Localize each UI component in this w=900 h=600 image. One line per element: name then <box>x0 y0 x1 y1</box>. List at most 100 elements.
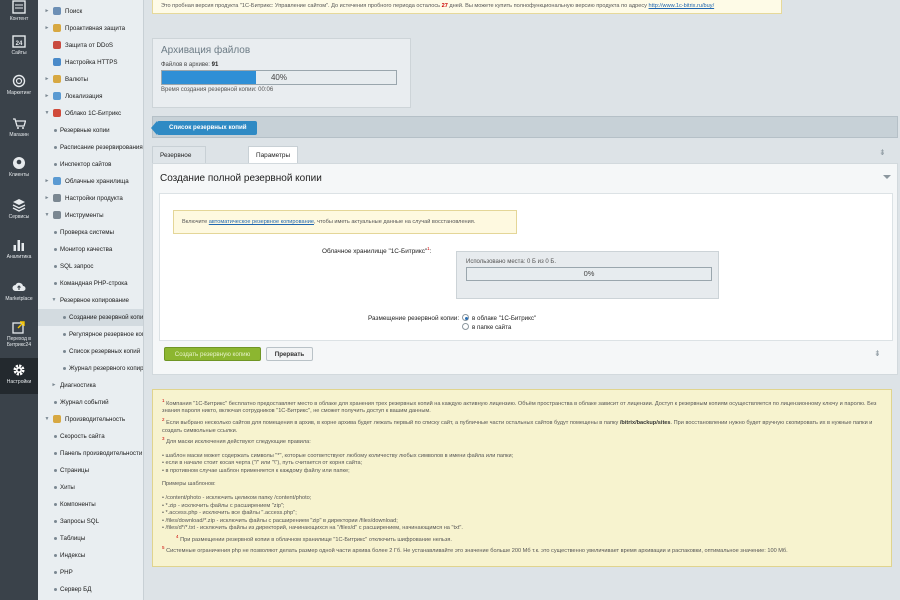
menu-item[interactable]: ► Настройки продукта <box>38 190 143 207</box>
nav-clients[interactable]: Клиенты <box>0 156 38 178</box>
mask-rule: шаблон маски может содержать символы "*"… <box>162 453 882 461</box>
collapse-chevron-icon[interactable] <box>883 175 891 179</box>
menu-item[interactable]: Журнал событий <box>38 394 143 411</box>
mask-example: *.access.php - исключить все файлы ".acc… <box>162 510 882 518</box>
menu-item[interactable]: ► Облачные хранилища <box>38 173 143 190</box>
menu-item[interactable]: Компоненты <box>38 496 143 513</box>
menu-item[interactable]: Монитор качества <box>38 241 143 258</box>
menu-item-label: Валюты <box>65 76 88 83</box>
radio-button-unchecked[interactable] <box>462 323 469 330</box>
menu-item[interactable]: Таблицы <box>38 530 143 547</box>
collapsed-arrow-icon[interactable]: ► <box>44 173 50 190</box>
menu-item-label: Производительность <box>65 416 126 423</box>
collapsed-arrow-icon[interactable]: ► <box>44 3 50 20</box>
tab-parameters[interactable]: Параметры <box>248 146 299 164</box>
menu-item[interactable]: Инспектор сайтов <box>38 156 143 173</box>
footnote-2: 2 Если выбрано несколько сайтов для поме… <box>162 417 873 434</box>
menu-item[interactable]: Список резервных копий <box>38 343 143 360</box>
collapsed-arrow-icon[interactable]: ► <box>44 88 50 105</box>
backup-list-button[interactable]: Список резервных копий <box>151 121 257 135</box>
collapsed-arrow-icon[interactable]: ► <box>51 377 57 394</box>
nav-settings[interactable]: Настройки <box>0 358 38 394</box>
menu-item[interactable]: Настройка HTTPS <box>38 54 143 71</box>
menu-item[interactable]: ▼ Облако 1С-Битрикс <box>38 105 143 122</box>
menu-item[interactable]: Индексы <box>38 547 143 564</box>
menu-item-icon <box>53 58 61 66</box>
expanded-arrow-icon[interactable]: ▼ <box>44 411 50 428</box>
nav-shop[interactable]: Магазин <box>0 116 38 138</box>
menu-item[interactable]: ► Диагностика <box>38 377 143 394</box>
menu-item[interactable]: Проверка системы <box>38 224 143 241</box>
radio-button-checked[interactable] <box>462 314 469 321</box>
admin-menu-tree: ► Поиск ► Проактивная защита Защита от DDoS Н… <box>38 0 144 600</box>
menu-item-icon <box>53 75 61 83</box>
admin-icon-bar: Контент 24 Сайты Маркетинг Магазин Клиен… <box>0 0 38 600</box>
bullet-icon <box>54 146 57 149</box>
nav-services[interactable]: Сервисы <box>0 198 38 220</box>
svg-text:24: 24 <box>16 41 23 47</box>
menu-item-icon <box>53 415 61 423</box>
menu-item-label: Журнал событий <box>60 399 109 406</box>
pin-icon[interactable]: ⇟ <box>879 148 886 157</box>
menu-item[interactable]: PHP <box>38 564 143 581</box>
cart-icon <box>13 118 26 129</box>
menu-item[interactable]: Хиты <box>38 479 143 496</box>
footnote-1: 1 Компания "1С-Битрикс" бесплатно предос… <box>162 398 877 415</box>
bullet-icon <box>54 486 57 489</box>
auto-backup-link[interactable]: автоматическое резервное копирование <box>209 219 314 225</box>
menu-item[interactable]: ▼ Резервное копирование <box>38 292 143 309</box>
menu-item-label: Командная PHP-строка <box>60 280 128 287</box>
menu-item[interactable]: Командная PHP-строка <box>38 275 143 292</box>
menu-item[interactable]: ▼ Производительность <box>38 411 143 428</box>
expanded-arrow-icon[interactable]: ▼ <box>51 292 57 309</box>
menu-item[interactable]: Скорость сайта <box>38 428 143 445</box>
menu-item[interactable]: Сервер БД <box>38 581 143 598</box>
menu-item-label: Список резервных копий <box>69 348 141 355</box>
nav-analytics[interactable]: Аналитика <box>0 238 38 260</box>
menu-item-label: PHP <box>60 569 73 576</box>
expanded-arrow-icon[interactable]: ▼ <box>44 105 50 122</box>
footnote-3: 3 Для маски исключения действуют следующ… <box>162 436 311 445</box>
nav-sites[interactable]: 24 Сайты <box>0 34 38 56</box>
menu-item[interactable]: Регулярное резервное копирование <box>38 326 143 343</box>
create-backup-button[interactable]: Создать резервную копию <box>164 347 261 361</box>
menu-item[interactable]: Защита от DDoS <box>38 37 143 54</box>
menu-item-label: Панель производительности <box>60 450 143 457</box>
menu-item[interactable]: ► Валюты <box>38 71 143 88</box>
menu-item[interactable]: ► Проактивная защита <box>38 20 143 37</box>
collapsed-arrow-icon[interactable]: ► <box>44 20 50 37</box>
menu-item[interactable]: ► Локализация <box>38 88 143 105</box>
menu-item-label: Резервные копии <box>60 127 110 134</box>
menu-item[interactable]: Журнал резервного копирования <box>38 360 143 377</box>
menu-item[interactable]: Резервные копии <box>38 122 143 139</box>
buy-link[interactable]: http://www.1c-bitrix.ru/buy/ <box>649 3 715 9</box>
bullet-icon <box>54 554 57 557</box>
tab-backup[interactable]: Резервное копирование <box>152 146 207 177</box>
menu-item-icon <box>53 109 61 117</box>
menu-item[interactable]: Страницы <box>38 462 143 479</box>
expanded-arrow-icon[interactable]: ▼ <box>44 207 50 224</box>
menu-item[interactable]: ► Поиск <box>38 3 143 20</box>
pin-bottom-icon[interactable]: ⇟ <box>874 349 881 358</box>
nav-marketing[interactable]: Маркетинг <box>0 74 38 96</box>
abort-button[interactable]: Прервать <box>266 347 313 361</box>
menu-item-icon <box>53 92 61 100</box>
nav-content[interactable]: Контент <box>0 0 38 22</box>
bullet-icon <box>54 282 57 285</box>
backup-form: Включите автоматическое резервное копиро… <box>159 193 893 341</box>
footnotes: 1 Компания "1С-Битрикс" бесплатно предос… <box>152 389 892 567</box>
cloud-usage-text: Использовано места: 0 Б из 0 Б. <box>466 259 556 265</box>
collapsed-arrow-icon[interactable]: ► <box>44 190 50 207</box>
radio-site-folder[interactable]: в папке сайта <box>462 323 511 331</box>
nav-bitrix24[interactable]: Переход в Битрикс24 <box>0 320 38 348</box>
nav-marketplace[interactable]: Marketplace <box>0 280 38 302</box>
menu-item[interactable]: SQL запрос <box>38 258 143 275</box>
menu-item[interactable]: Запросы SQL <box>38 513 143 530</box>
menu-item[interactable]: Расписание резервирования <box>38 139 143 156</box>
menu-item[interactable]: Создание резервной копии <box>38 309 143 326</box>
menu-item[interactable]: Панель производительности <box>38 445 143 462</box>
bullet-icon <box>54 520 57 523</box>
collapsed-arrow-icon[interactable]: ► <box>44 71 50 88</box>
radio-cloud[interactable]: в облаке "1С-Битрикс" <box>462 314 536 322</box>
menu-item[interactable]: ▼ Инструменты <box>38 207 143 224</box>
